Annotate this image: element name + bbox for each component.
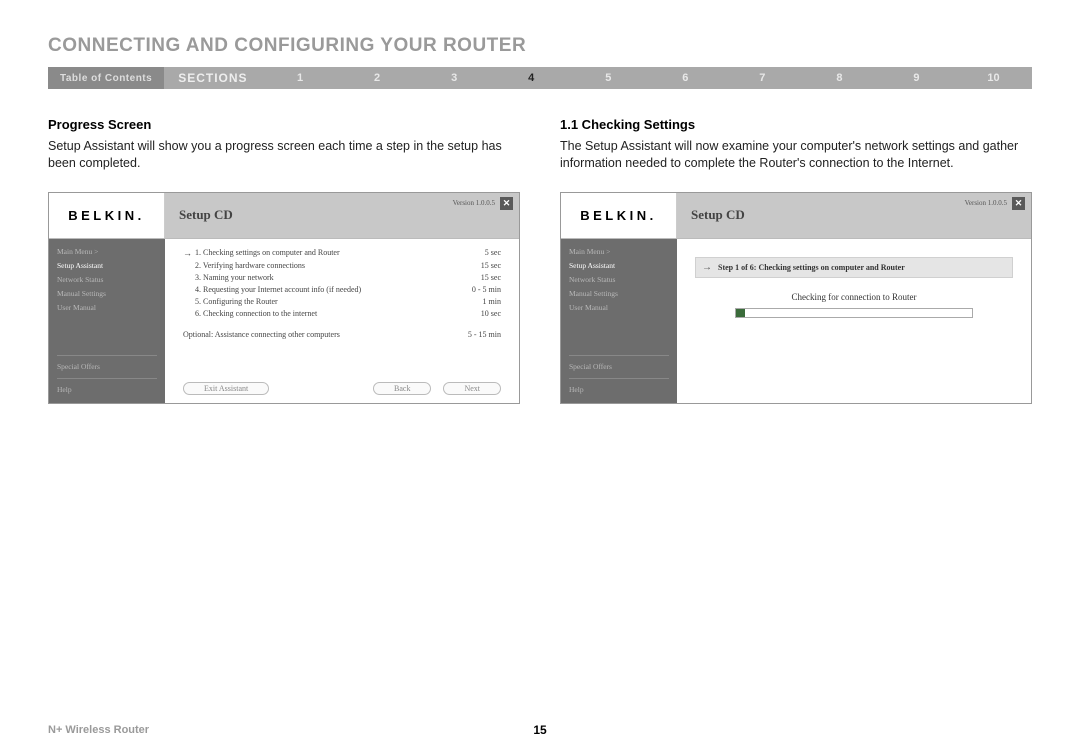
step-row: 2. Verifying hardware connections15 sec (183, 260, 501, 272)
step-row: 6. Checking connection to the internet10… (183, 308, 501, 320)
back-button[interactable]: Back (373, 382, 431, 395)
sidebar-item[interactable]: Network Status (57, 273, 157, 287)
section-link-5[interactable]: 5 (570, 72, 647, 84)
step-label: 2. Verifying hardware connections (195, 261, 453, 270)
optional-label: Optional: Assistance connecting other co… (183, 330, 340, 339)
step-time: 0 - 5 min (453, 285, 501, 294)
section-link-7[interactable]: 7 (724, 72, 801, 84)
sidebar-item[interactable]: Main Menu > (569, 245, 669, 259)
product-name: N+ Wireless Router (48, 724, 149, 736)
progress-bar (735, 308, 973, 318)
step-label: 3. Naming your network (195, 273, 453, 282)
step-time: 1 min (453, 297, 501, 306)
page-number: 15 (533, 723, 546, 737)
exit-assistant-button[interactable]: Exit Assistant (183, 382, 269, 395)
arrow-right-icon (183, 309, 195, 318)
left-body: Setup Assistant will show you a progress… (48, 138, 520, 172)
page-title: CONNECTING AND CONFIGURING YOUR ROUTER (48, 35, 1032, 57)
section-link-4[interactable]: 4 (493, 72, 570, 84)
next-button[interactable]: Next (443, 382, 501, 395)
main-panel: →1. Checking settings on computer and Ro… (165, 239, 519, 403)
right-column: 1.1 Checking Settings The Setup Assistan… (560, 117, 1032, 404)
page-footer: N+ Wireless Router 15 (48, 724, 1032, 736)
step-label: 6. Checking connection to the internet (195, 309, 453, 318)
section-link-8[interactable]: 8 (801, 72, 878, 84)
step-time: 15 sec (453, 261, 501, 270)
step-row: 4. Requesting your Internet account info… (183, 284, 501, 296)
sidebar-item[interactable]: User Manual (569, 301, 669, 315)
checking-status: Checking for connection to Router (695, 292, 1013, 302)
section-link-10[interactable]: 10 (955, 72, 1032, 84)
step-time: 5 sec (453, 248, 501, 258)
step-label: 4. Requesting your Internet account info… (195, 285, 453, 294)
left-heading: Progress Screen (48, 117, 520, 132)
sidebar-item[interactable]: Manual Settings (569, 287, 669, 301)
section-link-2[interactable]: 2 (339, 72, 416, 84)
belkin-logo: BELKIN. (561, 193, 677, 238)
version-label: Version 1.0.0.5 (453, 199, 495, 207)
arrow-right-icon (183, 297, 195, 306)
step-time: 10 sec (453, 309, 501, 318)
step-row: 5. Configuring the Router1 min (183, 296, 501, 308)
section-link-6[interactable]: 6 (647, 72, 724, 84)
main-panel: → Step 1 of 6: Checking settings on comp… (677, 239, 1031, 403)
belkin-logo: BELKIN. (49, 193, 165, 238)
arrow-right-icon: → (702, 262, 712, 273)
right-body: The Setup Assistant will now examine you… (560, 138, 1032, 172)
screenshot-progress: BELKIN. Setup CD Version 1.0.0.5 ✕ Main … (48, 192, 520, 404)
sidebar: Main Menu >Setup AssistantNetwork Status… (561, 239, 677, 403)
section-link-9[interactable]: 9 (878, 72, 955, 84)
help-link[interactable]: Help (569, 383, 669, 397)
sidebar-item[interactable]: Manual Settings (57, 287, 157, 301)
special-offers-link[interactable]: Special Offers (569, 360, 669, 374)
step-row: 3. Naming your network15 sec (183, 272, 501, 284)
arrow-right-icon (183, 273, 195, 282)
sidebar-item[interactable]: Setup Assistant (57, 259, 157, 273)
setup-cd-title: Setup CD (179, 207, 233, 223)
screenshot-checking: BELKIN. Setup CD Version 1.0.0.5 ✕ Main … (560, 192, 1032, 404)
sidebar-item[interactable]: Setup Assistant (569, 259, 669, 273)
special-offers-link[interactable]: Special Offers (57, 360, 157, 374)
step-banner: → Step 1 of 6: Checking settings on comp… (695, 257, 1013, 278)
step-row: →1. Checking settings on computer and Ro… (183, 247, 501, 260)
arrow-right-icon: → (183, 248, 195, 258)
step-label: 5. Configuring the Router (195, 297, 453, 306)
sections-label: SECTIONS (164, 67, 261, 89)
section-link-3[interactable]: 3 (416, 72, 493, 84)
sidebar-item[interactable]: User Manual (57, 301, 157, 315)
sidebar: Main Menu >Setup AssistantNetwork Status… (49, 239, 165, 403)
right-heading: 1.1 Checking Settings (560, 117, 1032, 132)
section-nav: Table of Contents SECTIONS 12345678910 (48, 67, 1032, 89)
sidebar-item[interactable]: Main Menu > (57, 245, 157, 259)
close-icon[interactable]: ✕ (1012, 197, 1025, 210)
close-icon[interactable]: ✕ (500, 197, 513, 210)
arrow-right-icon (183, 261, 195, 270)
left-column: Progress Screen Setup Assistant will sho… (48, 117, 520, 404)
setup-cd-title: Setup CD (691, 207, 745, 223)
sidebar-item[interactable]: Network Status (569, 273, 669, 287)
step-time: 15 sec (453, 273, 501, 282)
optional-time: 5 - 15 min (468, 330, 501, 339)
toc-link[interactable]: Table of Contents (48, 67, 164, 89)
arrow-right-icon (183, 285, 195, 294)
step-label: 1. Checking settings on computer and Rou… (195, 248, 453, 258)
section-link-1[interactable]: 1 (262, 72, 339, 84)
help-link[interactable]: Help (57, 383, 157, 397)
version-label: Version 1.0.0.5 (965, 199, 1007, 207)
